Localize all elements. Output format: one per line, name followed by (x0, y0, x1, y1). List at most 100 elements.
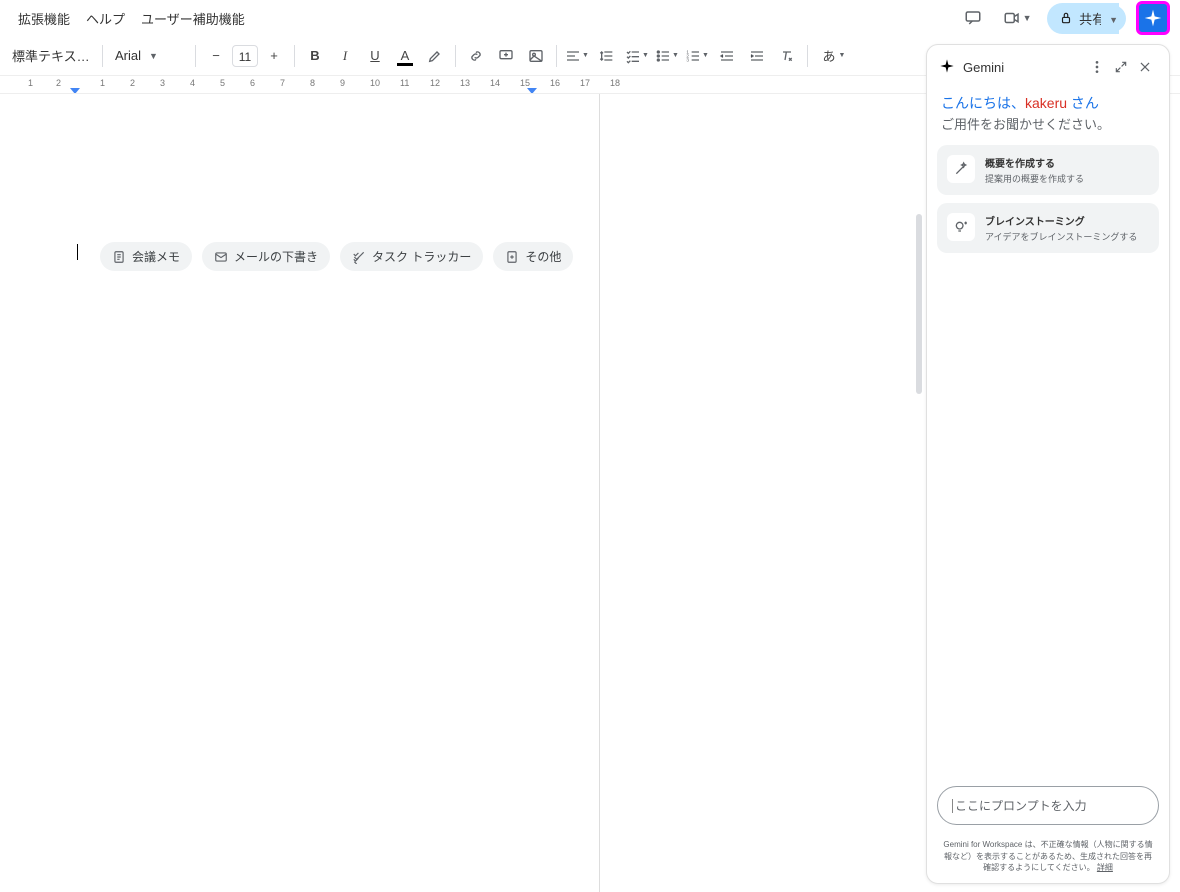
magic-wand-icon (947, 155, 975, 183)
line-spacing-icon (599, 48, 615, 64)
greeting-suffix: さん (1067, 95, 1099, 111)
menu-help[interactable]: ヘルプ (78, 5, 133, 32)
bullet-list-icon (655, 48, 671, 64)
disclaimer-link[interactable]: 詳細 (1097, 863, 1113, 872)
ruler-tick: 8 (310, 78, 315, 88)
style-select-label: 標準テキス… (12, 46, 90, 65)
ime-button[interactable]: あ▼ (814, 42, 854, 70)
decrease-indent-button[interactable] (713, 42, 741, 70)
chip-meeting-notes[interactable]: 会議メモ (100, 242, 192, 271)
comment-plus-icon (498, 48, 514, 64)
checklist-icon (625, 48, 641, 64)
clear-formatting-button[interactable] (773, 42, 801, 70)
increase-font-button[interactable]: + (260, 42, 288, 70)
gemini-title: Gemini (963, 60, 1085, 75)
text-cursor (77, 244, 78, 260)
ruler-tick: 9 (340, 78, 345, 88)
lock-icon (1059, 11, 1073, 25)
checklist-button[interactable]: ▼ (623, 42, 651, 70)
ruler-tick: 16 (550, 78, 560, 88)
numbered-list-button[interactable]: 123▼ (683, 42, 711, 70)
chip-label: タスク トラッカー (372, 248, 471, 265)
ruler-tick: 4 (190, 78, 195, 88)
bold-button[interactable]: B (301, 42, 329, 70)
ruler-tick: 15 (520, 78, 530, 88)
close-icon (1138, 60, 1152, 74)
chip-label: メールの下書き (234, 248, 318, 265)
chip-label: その他 (525, 248, 561, 265)
caret-down-icon: ▼ (1109, 15, 1118, 25)
chip-task-tracker[interactable]: タスク トラッカー (340, 242, 483, 271)
bullet-list-button[interactable]: ▼ (653, 42, 681, 70)
ruler-tick: 11 (400, 78, 409, 88)
text-color-button[interactable]: A (391, 42, 419, 70)
caret-down-icon: ▼ (149, 51, 158, 61)
font-family-select[interactable]: Arial ▼ (109, 44, 189, 67)
ruler-tick: 17 (580, 78, 590, 88)
ruler-tick: 5 (220, 78, 225, 88)
gemini-header: Gemini (927, 45, 1169, 89)
ruler-tick: 13 (460, 78, 470, 88)
increase-indent-button[interactable] (743, 42, 771, 70)
greeting-name: kakeru (1025, 95, 1067, 111)
gemini-expand-button[interactable] (1109, 55, 1133, 79)
font-select-label: Arial (115, 48, 141, 63)
ruler-tick: 10 (370, 78, 380, 88)
card-sub: アイデアをブレインストーミングする (985, 230, 1137, 243)
underline-button[interactable]: U (361, 42, 389, 70)
indent-icon (749, 48, 765, 64)
ruler-tick: 18 (610, 78, 620, 88)
chip-label: 会議メモ (132, 248, 180, 265)
ruler-tick: 12 (430, 78, 440, 88)
menu-extensions[interactable]: 拡張機能 (10, 5, 78, 32)
share-dropdown[interactable]: ▼ (1101, 5, 1126, 32)
ruler-tick: 3 (160, 78, 165, 88)
ruler-tick: 14 (490, 78, 500, 88)
document-page[interactable]: 会議メモ メールの下書き タスク トラッカー その他 (0, 94, 600, 892)
card-title: ブレインストーミング (985, 213, 1137, 228)
chip-more[interactable]: その他 (493, 242, 573, 271)
insert-image-button[interactable] (522, 42, 550, 70)
building-blocks-row: 会議メモ メールの下書き タスク トラッカー その他 (100, 242, 573, 271)
check-icon (352, 250, 366, 264)
card-title: 概要を作成する (985, 155, 1084, 170)
insert-comment-button[interactable] (492, 42, 520, 70)
caret-down-icon: ▼ (1023, 13, 1032, 23)
ruler-tick: 1 (28, 78, 33, 88)
gemini-launcher-button[interactable] (1136, 1, 1170, 35)
video-call-button[interactable]: ▼ (997, 4, 1037, 32)
highlight-button[interactable] (421, 42, 449, 70)
gemini-close-button[interactable] (1133, 55, 1157, 79)
image-icon (528, 48, 544, 64)
link-icon (468, 48, 484, 64)
prompt-placeholder: ここにプロンプトを入力 (952, 799, 1087, 813)
align-left-icon (565, 48, 581, 64)
ruler-tick: 2 (130, 78, 135, 88)
chip-email-draft[interactable]: メールの下書き (202, 242, 330, 271)
gemini-side-panel: Gemini こんにちは、kakeru さん ご用件をお聞かせください。 概要を… (926, 44, 1170, 884)
gemini-card-brainstorm[interactable]: ブレインストーミング アイデアをブレインストーミングする (937, 203, 1159, 253)
sparkle-icon (939, 58, 955, 77)
comments-icon[interactable] (959, 4, 987, 32)
svg-text:3: 3 (686, 57, 689, 62)
insert-link-button[interactable] (462, 42, 490, 70)
greeting-sub: ご用件をお聞かせください。 (941, 117, 1110, 132)
decrease-font-button[interactable]: − (202, 42, 230, 70)
doc-icon (112, 250, 126, 264)
paragraph-style-select[interactable]: 標準テキス… ▼ (6, 42, 96, 69)
italic-button[interactable]: I (331, 42, 359, 70)
gemini-prompt-input[interactable]: ここにプロンプトを入力 (937, 786, 1159, 825)
font-size-input[interactable]: 11 (232, 45, 258, 67)
gemini-card-summary[interactable]: 概要を作成する 提案用の概要を作成する (937, 145, 1159, 195)
menu-accessibility[interactable]: ユーザー補助機能 (133, 5, 253, 32)
line-spacing-button[interactable] (593, 42, 621, 70)
ruler-tick: 1 (100, 78, 105, 88)
highlighter-icon (427, 48, 443, 64)
align-button[interactable]: ▼ (563, 42, 591, 70)
expand-icon (1114, 60, 1128, 74)
more-vert-icon (1089, 59, 1105, 75)
gemini-more-button[interactable] (1085, 55, 1109, 79)
scrollbar[interactable] (916, 214, 922, 394)
card-sub: 提案用の概要を作成する (985, 172, 1084, 185)
ime-label: あ (823, 46, 836, 65)
